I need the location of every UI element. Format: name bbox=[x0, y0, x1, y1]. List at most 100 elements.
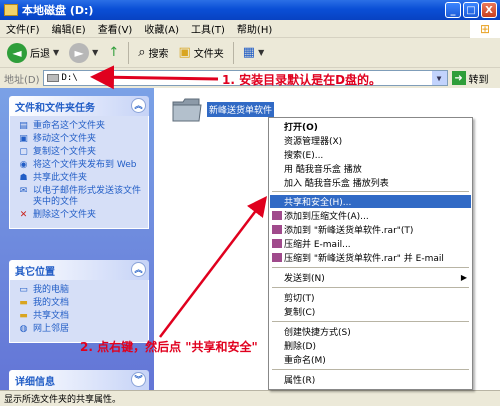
task-delete[interactable]: ✕ 删除这个文件夹 bbox=[18, 210, 143, 221]
go-button[interactable]: ➜ 转到 bbox=[451, 71, 489, 86]
delete-icon: ✕ bbox=[19, 210, 28, 220]
close-button[interactable]: X bbox=[481, 2, 497, 18]
menu-compress-rar-email[interactable]: 压缩到 "新峰送货单软件.rar" 并 E-mail bbox=[270, 251, 471, 264]
details-header[interactable]: 详细信息 ︾ bbox=[9, 370, 149, 390]
winrar-icon bbox=[272, 211, 282, 220]
drive-icon bbox=[46, 74, 59, 82]
task-email[interactable]: ✉ 以电子邮件形式发送该文件夹中的文件 bbox=[18, 186, 143, 208]
window-title: 本地磁盘 (D:) bbox=[22, 4, 94, 17]
folder-up-icon: ↑ bbox=[108, 45, 120, 60]
task-rename[interactable]: ▤ 重命名这个文件夹 bbox=[18, 121, 143, 132]
menu-rename[interactable]: 重命名(M) bbox=[270, 353, 471, 366]
status-bar: 显示所选文件夹的共享属性。 bbox=[0, 390, 500, 406]
menu-kugou-play[interactable]: 用 酷我音乐盒 播放 bbox=[270, 162, 471, 175]
computer-icon: ▭ bbox=[19, 285, 28, 295]
toolbar: ◄ 后退 ▼ ► ▼ ↑ ⌕ 搜索 ▣ 文件夹 ▦ ▼ bbox=[0, 38, 500, 68]
minimize-button[interactable]: _ bbox=[445, 2, 461, 18]
place-network[interactable]: ◍ 网上邻居 bbox=[18, 324, 143, 335]
menu-delete[interactable]: 删除(D) bbox=[270, 339, 471, 352]
menu-create-shortcut[interactable]: 创建快捷方式(S) bbox=[270, 325, 471, 338]
menu-cut[interactable]: 剪切(T) bbox=[270, 291, 471, 304]
toolbar-divider bbox=[232, 41, 234, 64]
task-copy[interactable]: ▢ 复制这个文件夹 bbox=[18, 147, 143, 158]
task-share[interactable]: ☗ 共享此文件夹 bbox=[18, 173, 143, 184]
menu-explorer[interactable]: 资源管理器(X) bbox=[270, 134, 471, 147]
search-button[interactable]: ⌕ 搜索 bbox=[135, 43, 171, 62]
menu-add-rar[interactable]: 添加到 "新峰送货单软件.rar"(T) bbox=[270, 223, 471, 236]
menu-search[interactable]: 搜索(E)... bbox=[270, 148, 471, 161]
file-tasks-title: 文件和文件夹任务 bbox=[15, 102, 95, 114]
menu-separator bbox=[272, 321, 469, 322]
winrar-icon bbox=[272, 239, 282, 248]
menu-properties[interactable]: 属性(R) bbox=[270, 373, 471, 386]
task-publish-web[interactable]: ◉ 将这个文件夹发布到 Web bbox=[18, 160, 143, 171]
menu-kugou-add[interactable]: 加入 酷我音乐盒 播放列表 bbox=[270, 176, 471, 189]
views-icon: ▦ bbox=[242, 45, 256, 60]
address-label: 地址(D) bbox=[4, 74, 40, 86]
dropdown-icon[interactable]: ▼ bbox=[258, 48, 264, 57]
menu-separator bbox=[272, 287, 469, 288]
back-button[interactable]: ◄ 后退 ▼ bbox=[4, 41, 62, 65]
menu-view[interactable]: 查看(V) bbox=[92, 21, 139, 36]
winrar-icon bbox=[272, 225, 282, 234]
folder-name[interactable]: 新峰送货单软件 bbox=[207, 102, 275, 117]
menu-file[interactable]: 文件(F) bbox=[0, 21, 46, 36]
menu-send-to[interactable]: 发送到(N) ▶ bbox=[270, 271, 471, 284]
back-label: 后退 bbox=[30, 49, 50, 60]
menu-open[interactable]: 打开(O) bbox=[270, 120, 471, 133]
folders-button[interactable]: ▣ 文件夹 bbox=[176, 43, 227, 62]
context-menu: 打开(O) 资源管理器(X) 搜索(E)... 用 酷我音乐盒 播放 加入 酷我… bbox=[268, 117, 473, 390]
menu-copy[interactable]: 复制(C) bbox=[270, 305, 471, 318]
menu-tools[interactable]: 工具(T) bbox=[185, 21, 231, 36]
dropdown-icon[interactable]: ▼ bbox=[92, 48, 98, 57]
annotation-1: 1. 安装目录默认是在D盘的。 bbox=[222, 73, 382, 87]
address-value: D:\ bbox=[61, 73, 78, 83]
details-panel: 详细信息 ︾ bbox=[9, 370, 149, 390]
folders-icon: ▣ bbox=[178, 45, 191, 60]
collapse-icon[interactable]: ︽ bbox=[131, 262, 146, 277]
menu-add-archive[interactable]: 添加到压缩文件(A)... bbox=[270, 209, 471, 222]
dropdown-icon[interactable]: ▼ bbox=[53, 48, 59, 57]
menu-separator bbox=[272, 369, 469, 370]
go-label: 转到 bbox=[468, 74, 489, 86]
menu-help[interactable]: 帮助(H) bbox=[231, 21, 278, 36]
maximize-button[interactable]: □ bbox=[463, 2, 479, 18]
go-arrow-icon: ➜ bbox=[451, 71, 466, 85]
menu-separator bbox=[272, 191, 469, 192]
collapse-icon[interactable]: ︽ bbox=[131, 98, 146, 113]
other-places-body: ▭ 我的电脑 ▬ 我的文档 ▬ 共享文档 ◍ 网上邻居 bbox=[9, 280, 149, 343]
submenu-arrow-icon: ▶ bbox=[460, 273, 467, 282]
folder-icon[interactable] bbox=[171, 96, 203, 124]
place-shared-documents[interactable]: ▬ 共享文档 bbox=[18, 311, 143, 322]
up-button[interactable]: ↑ bbox=[105, 43, 122, 62]
place-my-documents[interactable]: ▬ 我的文档 bbox=[18, 298, 143, 309]
forward-button[interactable]: ► ▼ bbox=[66, 41, 101, 65]
details-title: 详细信息 bbox=[15, 376, 55, 388]
winrar-icon bbox=[272, 253, 282, 262]
address-dropdown-icon[interactable]: ▼ bbox=[431, 71, 447, 85]
annotation-2: 2. 点右键，然后点 "共享和安全" bbox=[80, 340, 258, 354]
menu-bar: 文件(F) 编辑(E) 查看(V) 收藏(A) 工具(T) 帮助(H) ⊞ bbox=[0, 20, 500, 38]
menu-compress-email[interactable]: 压缩并 E-mail... bbox=[270, 237, 471, 250]
collapse-icon[interactable]: ︾ bbox=[131, 372, 146, 387]
other-places-panel: 其它位置 ︽ ▭ 我的电脑 ▬ 我的文档 ▬ 共享文档 ◍ 网上邻居 bbox=[9, 260, 149, 343]
documents-folder-icon: ▬ bbox=[19, 298, 28, 308]
shared-folder-icon: ▬ bbox=[19, 311, 28, 321]
file-tasks-body: ▤ 重命名这个文件夹 ▣ 移动这个文件夹 ▢ 复制这个文件夹 ◉ 将这个文件夹发布到 W… bbox=[9, 116, 149, 229]
rename-icon: ▤ bbox=[19, 121, 28, 131]
file-tasks-header[interactable]: 文件和文件夹任务 ︽ bbox=[9, 96, 149, 116]
task-move[interactable]: ▣ 移动这个文件夹 bbox=[18, 134, 143, 145]
search-label: 搜索 bbox=[148, 49, 169, 60]
web-icon: ◉ bbox=[19, 160, 28, 170]
other-places-title: 其它位置 bbox=[15, 266, 55, 278]
back-arrow-icon: ◄ bbox=[7, 42, 27, 63]
place-my-computer[interactable]: ▭ 我的电脑 bbox=[18, 285, 143, 296]
menu-favorites[interactable]: 收藏(A) bbox=[138, 21, 185, 36]
folders-label: 文件夹 bbox=[193, 49, 224, 60]
toolbar-divider bbox=[128, 41, 130, 64]
views-button[interactable]: ▦ ▼ bbox=[240, 43, 267, 62]
status-text: 显示所选文件夹的共享属性。 bbox=[4, 395, 122, 405]
other-places-header[interactable]: 其它位置 ︽ bbox=[9, 260, 149, 280]
menu-edit[interactable]: 编辑(E) bbox=[46, 21, 92, 36]
menu-share-security[interactable]: 共享和安全(H)... bbox=[270, 195, 471, 208]
